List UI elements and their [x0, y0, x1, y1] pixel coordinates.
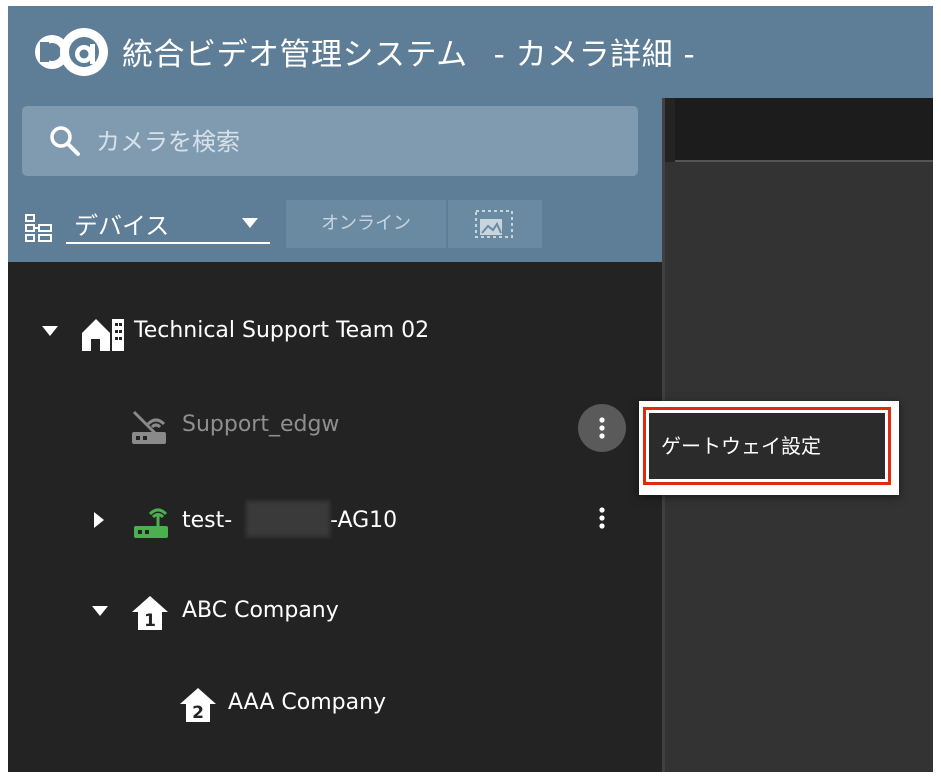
device-tree-icon [25, 214, 52, 242]
kebab-menu-icon [599, 507, 605, 529]
view-selector-dropdown[interactable]: デバイス [66, 202, 270, 244]
home-2-icon: 2 [180, 688, 216, 723]
router-online-icon [134, 508, 168, 538]
svg-text:2: 2 [192, 703, 204, 723]
gateway-settings-menu-item[interactable]: ゲートウェイ設定 [649, 413, 885, 479]
thumbnail-view-icon [475, 210, 513, 238]
tree-item-label: Technical Support Team 02 [134, 318, 430, 343]
page-subtitle: - カメラ詳細 - [493, 37, 696, 73]
redacted-text [246, 501, 330, 537]
search-icon [50, 126, 80, 156]
ab-logo-icon [35, 28, 108, 76]
router-offline-icon [132, 410, 166, 444]
thumbnail-view-button[interactable] [448, 200, 542, 248]
app-window: 統合ビデオ管理システム - カメラ詳細 - デバイス オンライン [8, 6, 933, 772]
search-box[interactable] [22, 106, 638, 176]
chevron-down-icon[interactable] [42, 326, 58, 338]
tree-item-organization[interactable]: Technical Support Team 02 [38, 306, 598, 360]
context-menu: ゲートウェイ設定 [639, 401, 899, 495]
tree-item-label: ABC Company [182, 598, 339, 623]
page-title: 統合ビデオ管理システム - カメラ詳細 - [122, 29, 695, 74]
tree-item-label-suffix: -AG10 [330, 508, 398, 533]
svg-text:1: 1 [144, 611, 156, 631]
home-1-icon: 1 [132, 596, 168, 631]
app-header: 統合ビデオ管理システム - カメラ詳細 - [8, 6, 933, 98]
chevron-down-icon [242, 218, 258, 228]
app-title-text: 統合ビデオ管理システム [122, 37, 468, 73]
building-icon [82, 319, 124, 351]
chevron-right-icon[interactable] [94, 512, 106, 528]
more-options-button[interactable] [590, 500, 614, 536]
filter-toggle-group: オンライン [286, 200, 542, 248]
tree-item-company[interactable]: 1 ABC Company [38, 586, 568, 640]
tree-item-label: Support_edgw [182, 412, 340, 437]
tree-item-company[interactable]: 2 AAA Company [38, 678, 568, 732]
search-input[interactable] [94, 120, 628, 164]
chevron-down-icon[interactable] [92, 606, 108, 618]
view-selector-label: デバイス [74, 212, 170, 240]
tree-item-label: AAA Company [228, 690, 387, 715]
online-filter-button[interactable]: オンライン [286, 200, 446, 248]
tree-item-label-prefix: test- [182, 508, 233, 533]
kebab-menu-icon [599, 417, 605, 439]
camera-detail-toolbar [675, 98, 933, 162]
more-options-button[interactable] [578, 404, 626, 452]
tree-item-gateway-offline[interactable]: Support_edgw [38, 400, 568, 454]
sidebar-toolbar: デバイス オンライン [8, 98, 662, 262]
